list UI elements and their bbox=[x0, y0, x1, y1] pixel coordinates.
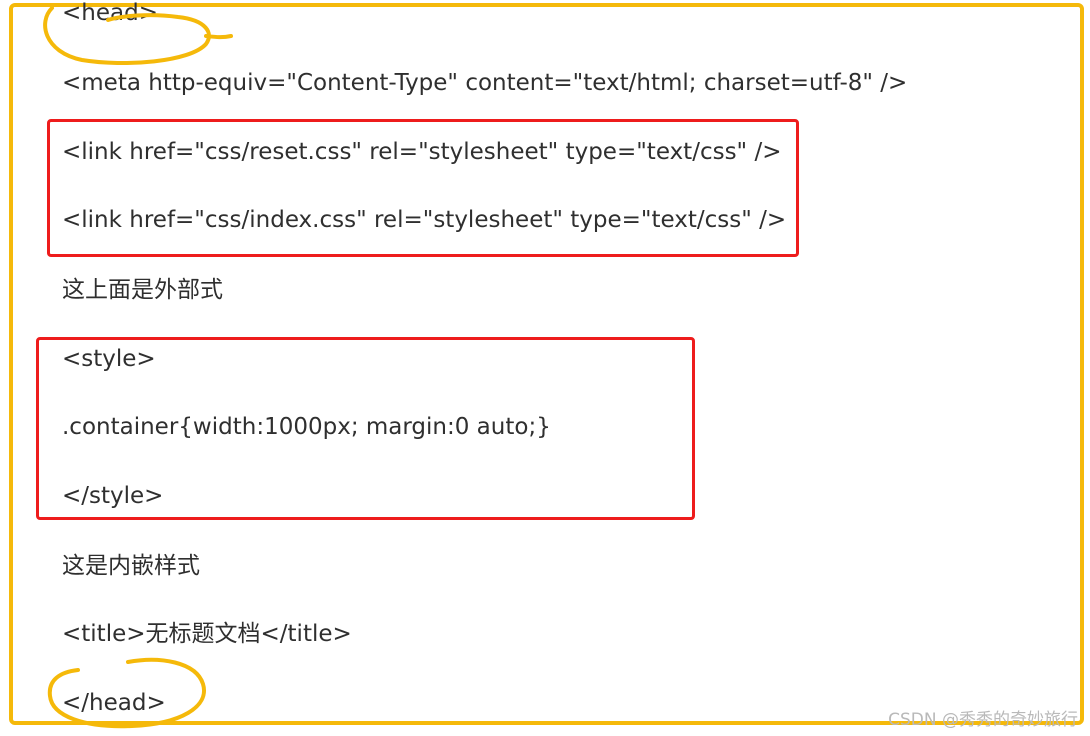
head-open-circle bbox=[43, 6, 233, 65]
csdn-watermark: CSDN @秀秀的奇妙旅行 bbox=[888, 710, 1078, 730]
head-close-circle bbox=[47, 657, 206, 729]
annotation-layer bbox=[43, 6, 233, 729]
document-page: <head> <meta http-equiv="Content-Type" c… bbox=[0, 0, 1090, 736]
